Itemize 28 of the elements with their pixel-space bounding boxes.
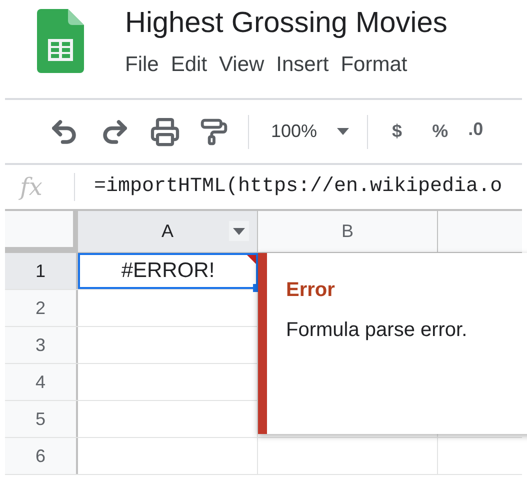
error-message: Formula parse error.	[286, 318, 468, 343]
table-cell[interactable]: #ERROR!	[78, 253, 258, 289]
document-title[interactable]: Highest Grossing Movies	[125, 5, 448, 41]
decrease-decimal-button[interactable]: .0	[468, 118, 484, 144]
row-header[interactable]: 4	[5, 364, 78, 400]
column-menu-icon	[233, 228, 245, 234]
currency-format-button[interactable]: $	[392, 118, 402, 145]
caret-icon	[337, 128, 350, 135]
menu-item[interactable]: View	[216, 51, 268, 79]
spreadsheet-logo-icon[interactable]	[37, 9, 84, 73]
column-header[interactable]: A	[78, 211, 258, 252]
percent-format-button[interactable]: %	[432, 118, 448, 145]
row-header[interactable]: 6	[5, 438, 78, 474]
row-header[interactable]: 1	[5, 253, 78, 289]
formula-input[interactable]: =importHTML(https://en.wikipedia.o	[94, 172, 502, 202]
menu-item[interactable]: Insert	[273, 51, 332, 79]
row-header[interactable]: 5	[5, 401, 78, 437]
printer-icon[interactable]	[150, 116, 180, 146]
function-label: fx	[18, 172, 44, 203]
row-header[interactable]: 3	[5, 327, 78, 363]
menu-item[interactable]: Format	[338, 51, 410, 79]
error-title: Error	[286, 278, 336, 303]
error-corner-icon	[247, 255, 256, 264]
menu-item[interactable]: File	[122, 51, 162, 79]
zoom-dropdown[interactable]: 100%	[271, 118, 350, 145]
paint-roller-icon[interactable]	[200, 118, 228, 146]
menu-item[interactable]: Edit	[168, 51, 210, 79]
row-header[interactable]: 2	[5, 290, 78, 326]
